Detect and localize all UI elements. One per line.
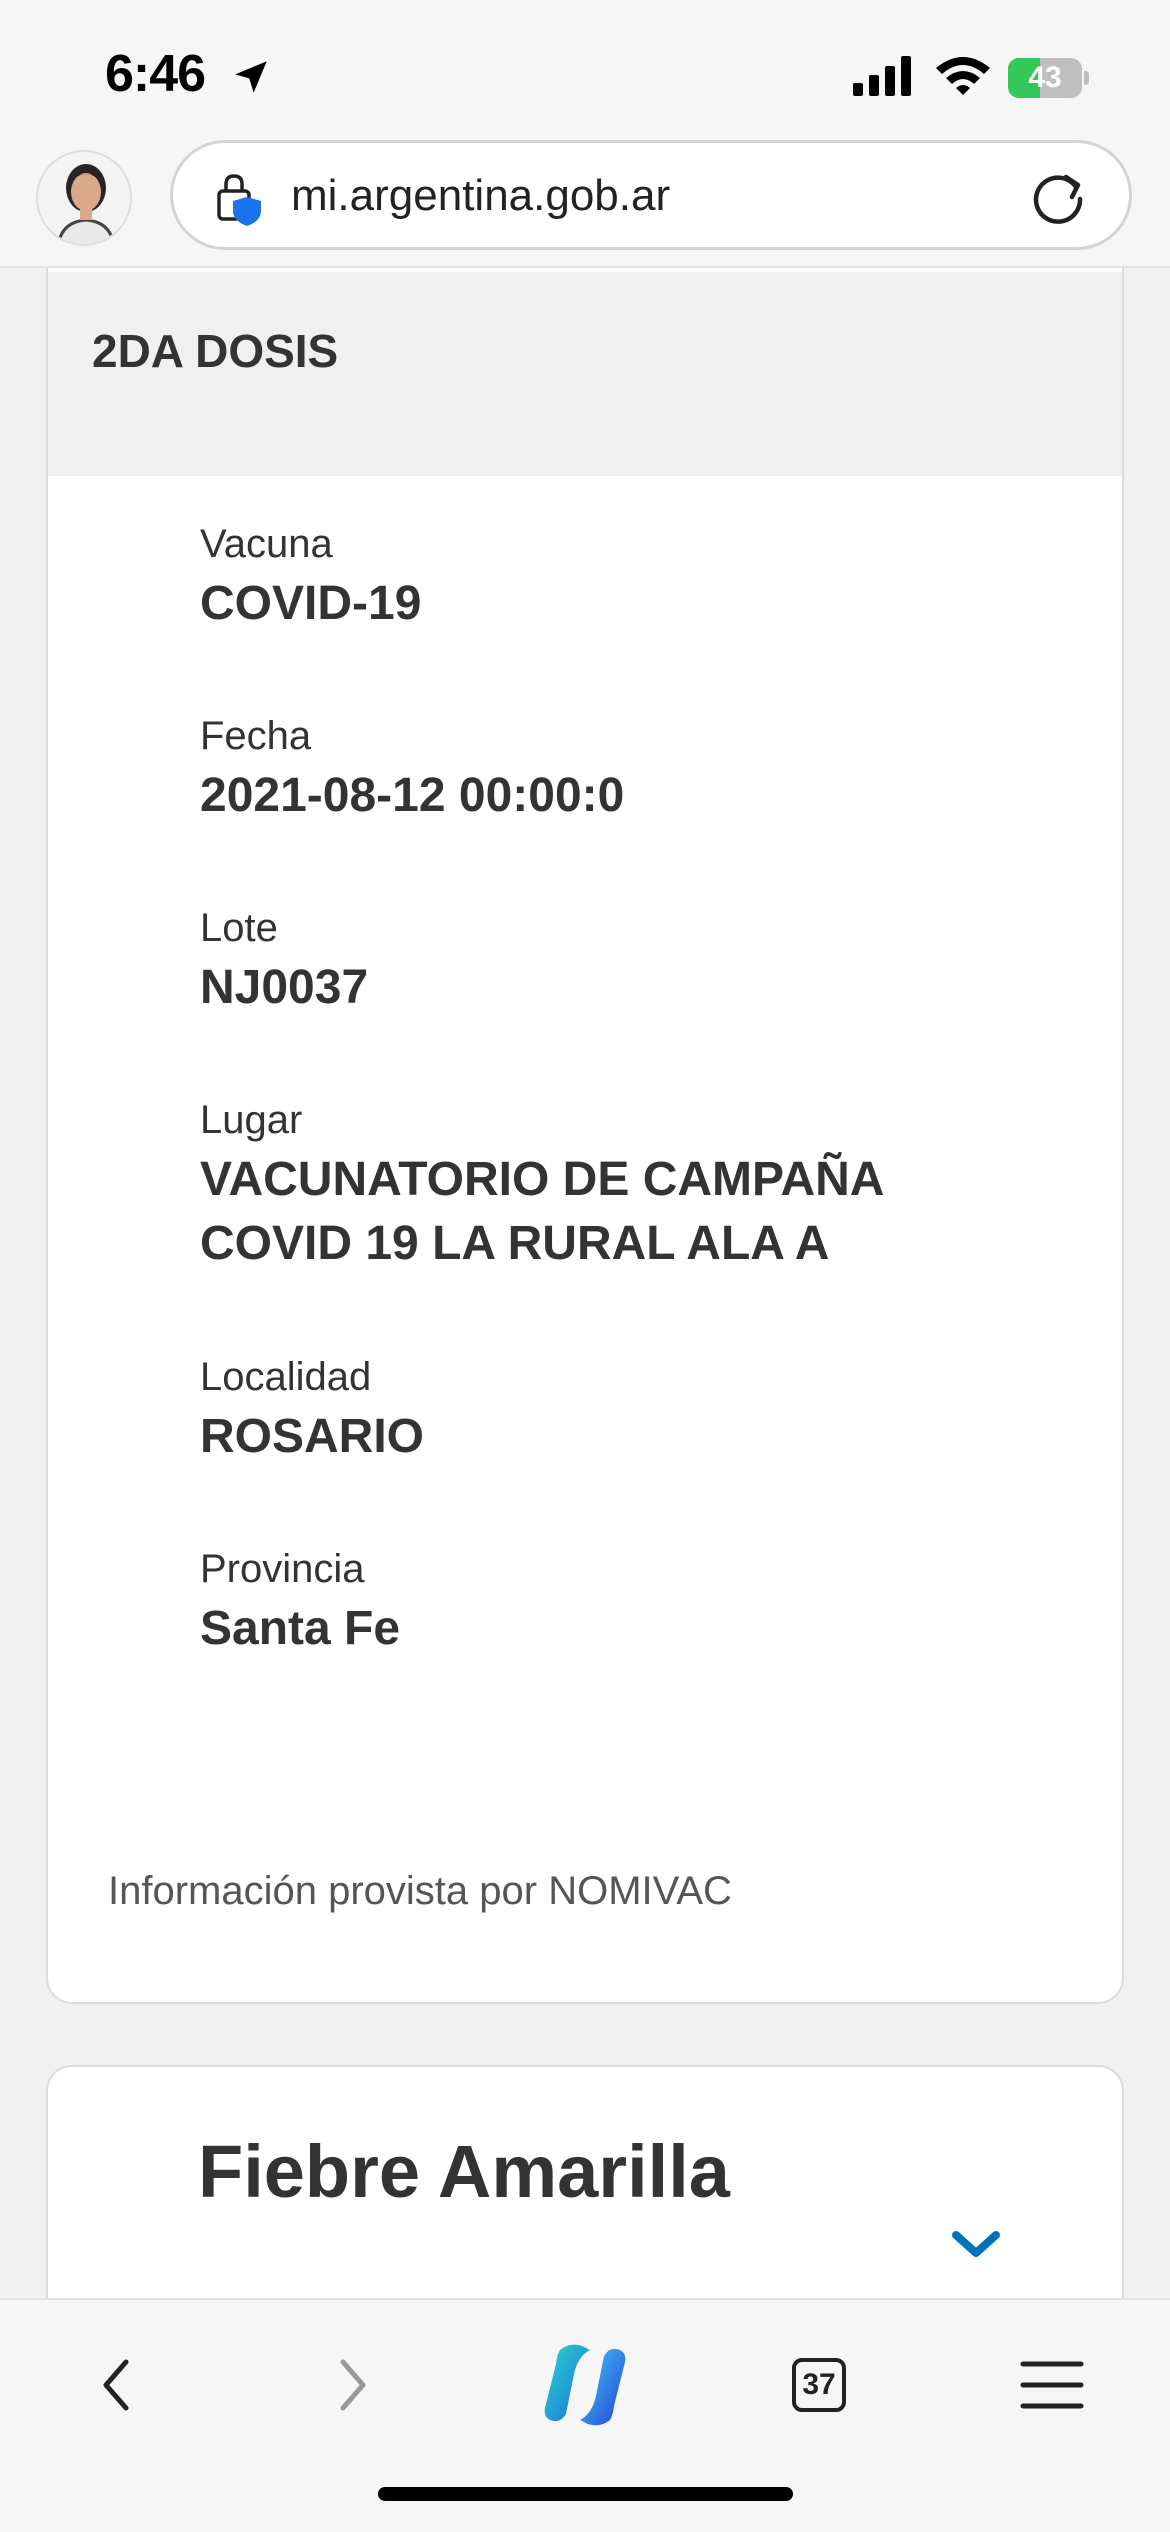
location-arrow-icon xyxy=(230,56,272,103)
field-value-line-2: COVID 19 LA RURAL ALA A xyxy=(200,1217,830,1270)
back-button[interactable] xyxy=(62,2330,172,2440)
copilot-button[interactable] xyxy=(530,2330,640,2440)
field-value: 2021-08-12 00:00:0 xyxy=(200,769,625,822)
status-time: 6:46 xyxy=(105,45,206,103)
url-text: mi.argentina.gob.ar xyxy=(291,171,671,220)
menu-icon xyxy=(997,2361,1107,2444)
cellular-signal-icon xyxy=(853,56,915,101)
home-indicator xyxy=(378,2487,793,2501)
tabs-button[interactable]: 37 xyxy=(764,2330,874,2440)
back-icon xyxy=(62,2359,172,2444)
battery-charging-icon: 43 xyxy=(1008,58,1089,98)
chevron-down-icon[interactable] xyxy=(948,2227,1004,2268)
field-label: Provincia xyxy=(200,1547,365,1591)
field-label: Vacuna xyxy=(200,522,333,566)
field-label: Lote xyxy=(200,906,278,950)
vaccine-card-title: Fiebre Amarilla xyxy=(198,2130,730,2213)
browser-address-bar: mi.argentina.gob.ar xyxy=(0,140,1170,268)
field-value: Santa Fe xyxy=(200,1602,401,1655)
avatar[interactable] xyxy=(36,150,132,246)
status-bar: 6:46 43 xyxy=(0,0,1170,140)
field-localidad: Localidad ROSARIO xyxy=(200,1349,1020,1469)
battery-percent: 43 xyxy=(1028,61,1062,94)
dose-header: 2DA DOSIS xyxy=(48,272,1122,476)
page-content: 2DA DOSIS Vacuna COVID-19 Fecha 2021-08-… xyxy=(0,268,1170,2298)
vaccine-card-fiebre-amarilla[interactable]: Fiebre Amarilla xyxy=(46,2065,1124,2298)
dose-title: 2DA DOSIS xyxy=(92,325,339,377)
copilot-icon xyxy=(530,2344,640,2444)
reload-icon[interactable] xyxy=(1028,167,1088,232)
field-fecha: Fecha 2021-08-12 00:00:0 xyxy=(200,708,1020,828)
field-value: ROSARIO xyxy=(200,1410,425,1463)
field-lote: Lote NJ0037 xyxy=(200,900,1020,1020)
field-value: NJ0037 xyxy=(200,961,369,1014)
field-value-line-1: VACUNATORIO DE CAMPAÑA xyxy=(200,1153,885,1206)
menu-button[interactable] xyxy=(997,2330,1107,2440)
field-lugar: Lugar VACUNATORIO DE CAMPAÑA COVID 19 LA… xyxy=(200,1092,1020,1276)
url-field[interactable]: mi.argentina.gob.ar xyxy=(170,140,1132,250)
field-label: Localidad xyxy=(200,1355,372,1399)
forward-icon xyxy=(297,2359,407,2444)
wifi-icon xyxy=(934,54,992,101)
field-value: COVID-19 xyxy=(200,577,422,630)
tab-count: 37 xyxy=(792,2358,846,2412)
field-label: Lugar xyxy=(200,1098,303,1142)
source-note: Información provista por NOMIVAC xyxy=(108,1869,732,1913)
field-label: Fecha xyxy=(200,714,312,758)
field-provincia: Provincia Santa Fe xyxy=(200,1541,1020,1661)
lock-shield-icon xyxy=(213,171,265,232)
dose-card: 2DA DOSIS Vacuna COVID-19 Fecha 2021-08-… xyxy=(46,268,1124,2004)
forward-button[interactable] xyxy=(297,2330,407,2440)
field-vacuna: Vacuna COVID-19 xyxy=(200,516,1020,636)
